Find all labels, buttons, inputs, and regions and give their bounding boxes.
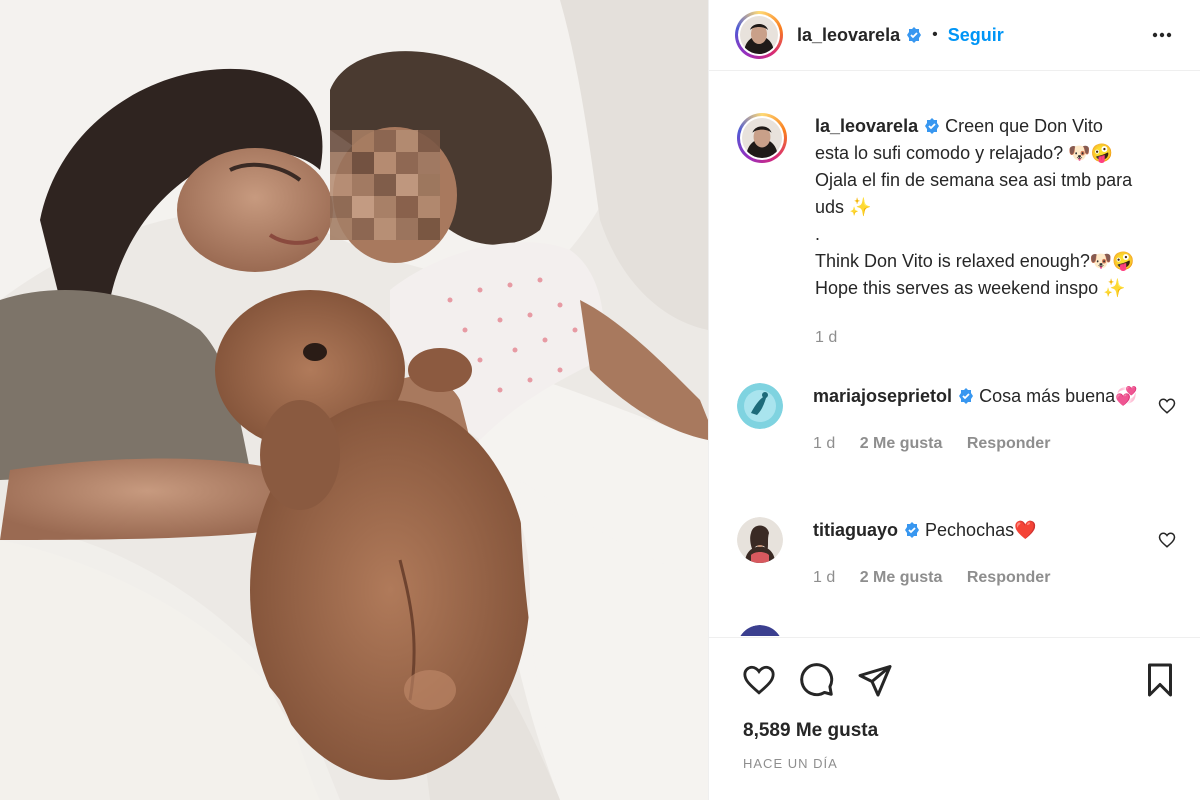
comment-meta: 1 d 2 Me gusta Responder (813, 430, 1176, 457)
author-avatar[interactable] (735, 11, 783, 59)
more-options-icon[interactable] (1148, 23, 1176, 47)
verified-badge-icon (924, 118, 940, 134)
comment-item: mariajoseprietol Cosa más buena💞 1 d 2 M… (737, 383, 1176, 457)
caption-line: Hope this serves as weekend inspo ✨ (815, 278, 1126, 298)
comment-item-partial (737, 625, 1176, 636)
share-icon[interactable] (857, 662, 893, 698)
commenter-avatar[interactable] (737, 383, 783, 429)
comment-likes[interactable]: 2 Me gusta (860, 569, 943, 586)
comment-body: mariajoseprietol Cosa más buena💞 1 d 2 M… (813, 383, 1176, 457)
comment-like-heart-icon[interactable] (1158, 531, 1176, 549)
comment-likes[interactable]: 2 Me gusta (860, 435, 943, 452)
post-timestamp: HACE UN DÍA (743, 756, 838, 771)
comments-list[interactable]: la_leovarela Creen que Don Vito esta lo … (709, 71, 1200, 636)
heart-icon[interactable] (741, 662, 777, 698)
comment-item: titiaguayo Pechochas❤️ 1 d 2 Me gusta Re… (737, 517, 1176, 591)
caption-line: . (815, 224, 821, 244)
comment-text: Pechochas❤️ (925, 520, 1037, 540)
caption-line: Think Don Vito is relaxed enough?🐶🤪 (815, 251, 1135, 271)
reply-button[interactable]: Responder (967, 569, 1051, 586)
follow-button[interactable]: Seguir (948, 25, 1004, 46)
comment-body: titiaguayo Pechochas❤️ 1 d 2 Me gusta Re… (813, 517, 1176, 591)
instagram-post: la_leovarela • Seguir la_leovarela Creen… (0, 0, 1200, 800)
caption-avatar[interactable] (737, 113, 787, 163)
verified-badge-icon (906, 27, 922, 43)
comment-text: Cosa más buena💞 (979, 386, 1138, 406)
comment-age: 1 d (813, 569, 836, 586)
verified-badge-icon (958, 388, 974, 404)
verified-badge-icon (904, 522, 920, 538)
caption-body: la_leovarela Creen que Don Vito esta lo … (815, 113, 1176, 351)
caption-line: uds ✨ (815, 197, 872, 217)
caption-username[interactable]: la_leovarela (815, 116, 918, 136)
author-username[interactable]: la_leovarela (797, 25, 900, 46)
post-actions: 8,589 Me gusta HACE UN DÍA (709, 637, 1200, 771)
photo-illustration (0, 0, 708, 800)
comment-username[interactable]: mariajoseprietol (813, 386, 952, 406)
commenter-avatar[interactable] (737, 517, 783, 563)
bookmark-icon[interactable] (1142, 662, 1178, 698)
post-header: la_leovarela • Seguir (709, 0, 1200, 71)
caption-meta: 1 d (815, 324, 1176, 351)
comment-meta: 1 d 2 Me gusta Responder (813, 564, 1176, 591)
caption-line: Ojala el fin de semana sea asi tmb para (815, 170, 1133, 190)
comment-username[interactable]: titiaguayo (813, 520, 898, 540)
likes-count[interactable]: 8,589 Me gusta (709, 698, 1200, 742)
post-side-panel: la_leovarela • Seguir la_leovarela Creen… (708, 0, 1200, 800)
caption-line: esta lo sufi comodo y relajado? 🐶🤪 (815, 143, 1113, 163)
reply-button[interactable]: Responder (967, 435, 1051, 452)
caption-line: Creen que Don Vito (945, 116, 1103, 136)
caption: la_leovarela Creen que Don Vito esta lo … (737, 113, 1176, 351)
commenter-avatar[interactable] (737, 625, 783, 636)
comment-age: 1 d (813, 435, 836, 452)
comment-icon[interactable] (799, 662, 835, 698)
post-photo[interactable] (0, 0, 708, 800)
comment-like-heart-icon[interactable] (1158, 397, 1176, 415)
header-separator: • (932, 26, 938, 43)
caption-age: 1 d (815, 329, 838, 346)
action-icons (709, 638, 1200, 698)
